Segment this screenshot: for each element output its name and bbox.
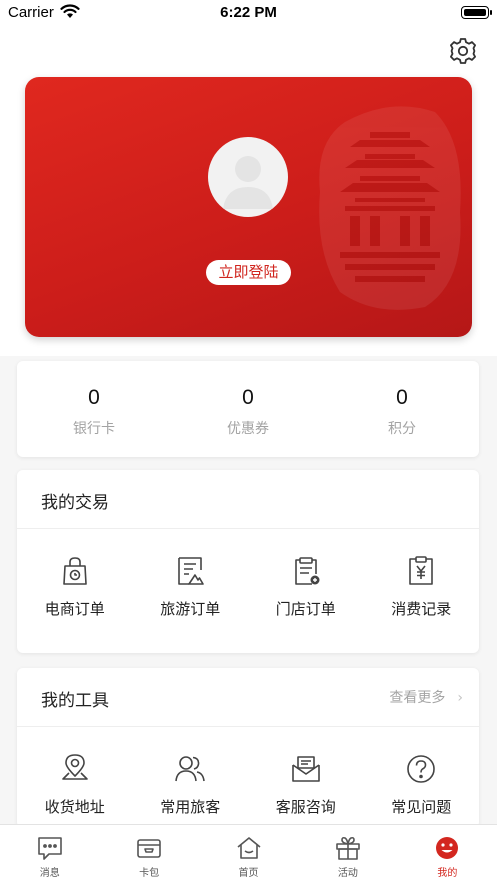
tab-label: 首页 [238,868,259,879]
yuan-receipt-icon [409,556,434,585]
tab-label: 我的 [437,868,458,879]
shopping-bag-icon [62,557,87,585]
tools-section: 我的工具 查看更多 › 收货地址 常用旅客 客服咨询 常见问题 [17,668,479,828]
chevron-right-icon: › [457,690,463,706]
stat-coupons[interactable]: 0 优惠券 [171,361,325,457]
tab-home[interactable]: 首页 [199,825,298,883]
tab-label: 消息 [39,868,60,879]
location-pin-icon [61,754,88,780]
grid-label: 电商订单 [44,600,105,618]
stat-value: 0 [242,386,254,409]
tab-label: 卡包 [139,868,160,879]
grid-label: 门店订单 [275,600,336,618]
pavilion-watermark [319,106,461,310]
profile-card: 立即登陆 [25,77,472,337]
tab-label: 活动 [337,868,358,879]
grid-label: 旅游订单 [160,600,221,618]
spending-records-item[interactable]: 消费记录 [364,555,480,619]
stat-bank-cards[interactable]: 0 银行卡 [17,361,171,457]
ecommerce-orders-item[interactable]: 电商订单 [17,555,133,619]
stat-value: 0 [88,386,100,409]
section-title: 我的交易 [41,493,109,513]
section-header: 我的工具 查看更多 › [17,668,479,727]
status-time: 6:22 PM [220,4,277,21]
mail-icon [291,756,320,782]
store-orders-item[interactable]: 门店订单 [248,555,364,619]
grid-label: 收货地址 [44,798,105,816]
stat-points[interactable]: 0 积分 [325,361,479,457]
home-icon [237,837,261,859]
trade-grid: 电商订单 旅游订单 门店订单 消费记录 [17,529,479,619]
wallet-icon [137,839,161,858]
tab-activities[interactable]: 活动 [298,825,397,883]
tab-bar: 消息 卡包 首页 活动 我的 [0,824,497,883]
shipping-address-item[interactable]: 收货地址 [17,753,133,817]
clipboard-order-icon [294,557,320,585]
stat-label: 优惠券 [227,421,269,437]
grid-label: 消费记录 [391,600,452,618]
stats-card: 0 银行卡 0 优惠券 0 积分 [17,361,479,457]
avatar[interactable] [208,137,288,217]
tab-messages[interactable]: 消息 [0,825,99,883]
tools-grid: 收货地址 常用旅客 客服咨询 常见问题 [17,727,479,817]
smile-face-icon [436,837,459,859]
status-bar: Carrier 6:22 PM [0,0,497,26]
chat-bubble-icon [37,837,62,860]
view-more-link[interactable]: 查看更多 › [389,687,463,707]
tab-mine[interactable]: 我的 [398,825,497,883]
stat-value: 0 [396,386,408,409]
login-button[interactable]: 立即登陆 [206,260,291,285]
gift-icon [336,836,360,860]
customer-service-item[interactable]: 客服咨询 [248,753,364,817]
frequent-travelers-item[interactable]: 常用旅客 [133,753,249,817]
tab-wallet[interactable]: 卡包 [99,825,198,883]
section-title: 我的工具 [41,691,109,711]
section-header: 我的交易 [17,470,479,529]
gear-icon[interactable] [448,36,478,66]
user-placeholder-icon [223,156,273,209]
view-more-label: 查看更多 [389,690,446,706]
grid-label: 客服咨询 [275,798,336,816]
users-icon [175,756,206,782]
travel-document-icon [178,557,205,585]
battery-icon [461,6,492,19]
stat-label: 积分 [388,421,416,437]
travel-orders-item[interactable]: 旅游订单 [133,555,249,619]
faq-item[interactable]: 常见问题 [364,753,480,817]
grid-label: 常见问题 [391,798,452,816]
question-circle-icon [407,755,436,783]
stat-label: 银行卡 [73,421,115,437]
grid-label: 常用旅客 [160,798,221,816]
trade-section: 我的交易 电商订单 旅游订单 门店订单 消费记录 [17,470,479,653]
